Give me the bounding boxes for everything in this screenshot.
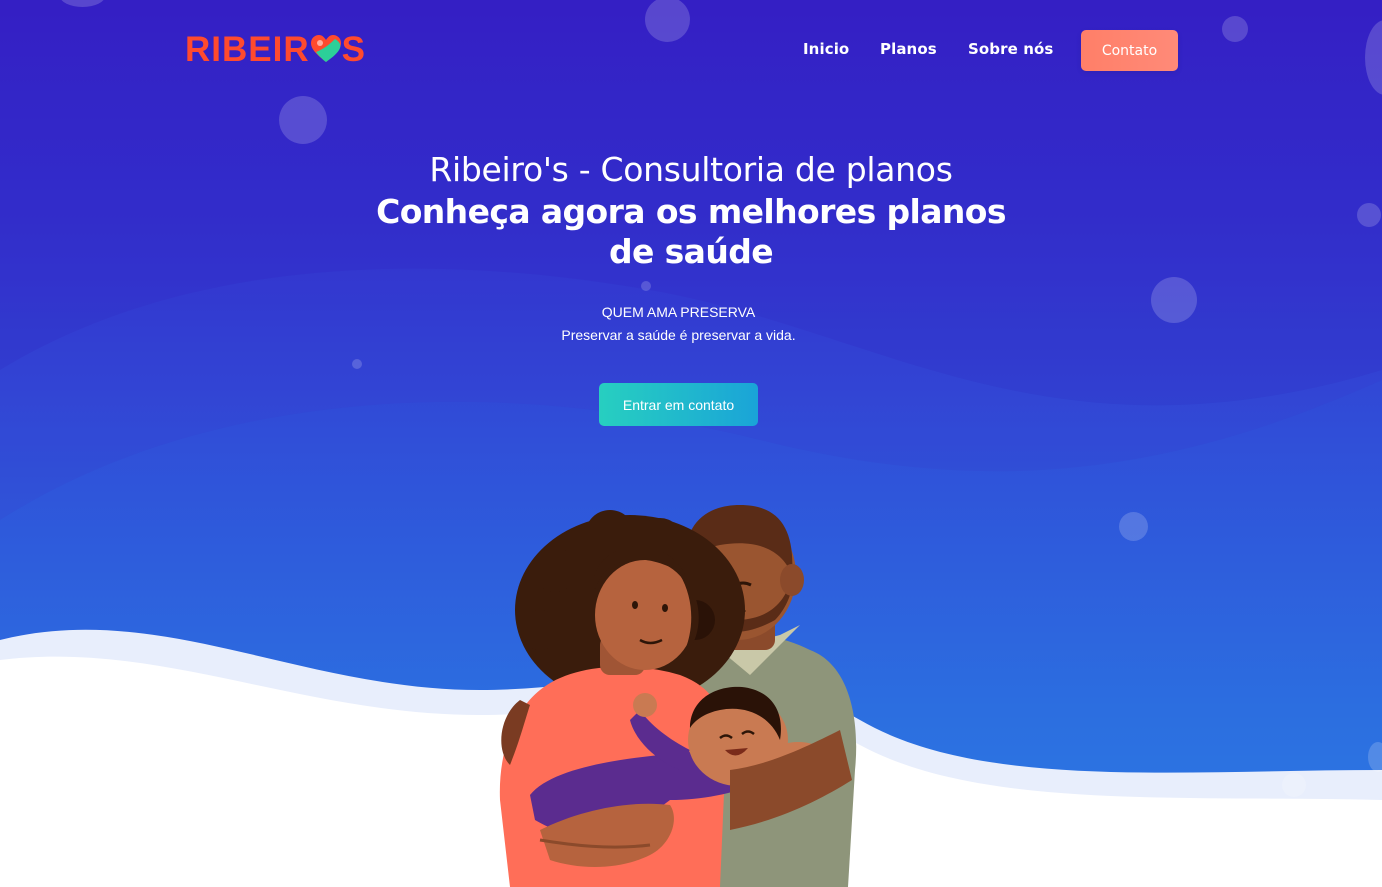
hero-tagline: QUEM AMA PRESERVA [601, 304, 756, 320]
nav-item-planos[interactable]: Planos [880, 40, 937, 58]
contact-button[interactable]: Contato [1081, 30, 1178, 71]
navbar: RIBEIR S Inicio Planos Sobre nós Contato [0, 0, 1382, 100]
hero-title: Conheça agora os melhores planos de saúd… [341, 192, 1041, 272]
bubble [1368, 742, 1382, 772]
bubble [1357, 203, 1381, 227]
bubble [641, 281, 651, 291]
logo-text-left: RIBEIR [185, 30, 310, 69]
hero-tagline-text: Preservar a saúde é preservar a vida. [561, 327, 796, 343]
logo-text-right: S [341, 30, 366, 69]
cta-contact-button[interactable]: Entrar em contato [599, 383, 758, 426]
bubble [279, 96, 327, 144]
bubble [1119, 512, 1148, 541]
bubble [352, 359, 362, 369]
family-illustration [499, 505, 857, 887]
heart-icon [310, 32, 341, 62]
nav-item-sobre-nos[interactable]: Sobre nós [968, 40, 1053, 58]
brand-logo[interactable]: RIBEIR S [185, 30, 366, 70]
hero-subtitle: Ribeiro's - Consultoria de planos [429, 150, 953, 189]
hero-title-line1: Conheça agora os melhores planos [376, 192, 1006, 231]
nav-item-inicio[interactable]: Inicio [803, 40, 849, 58]
hero-title-line2: de saúde [608, 232, 774, 271]
bubble [1282, 773, 1306, 797]
